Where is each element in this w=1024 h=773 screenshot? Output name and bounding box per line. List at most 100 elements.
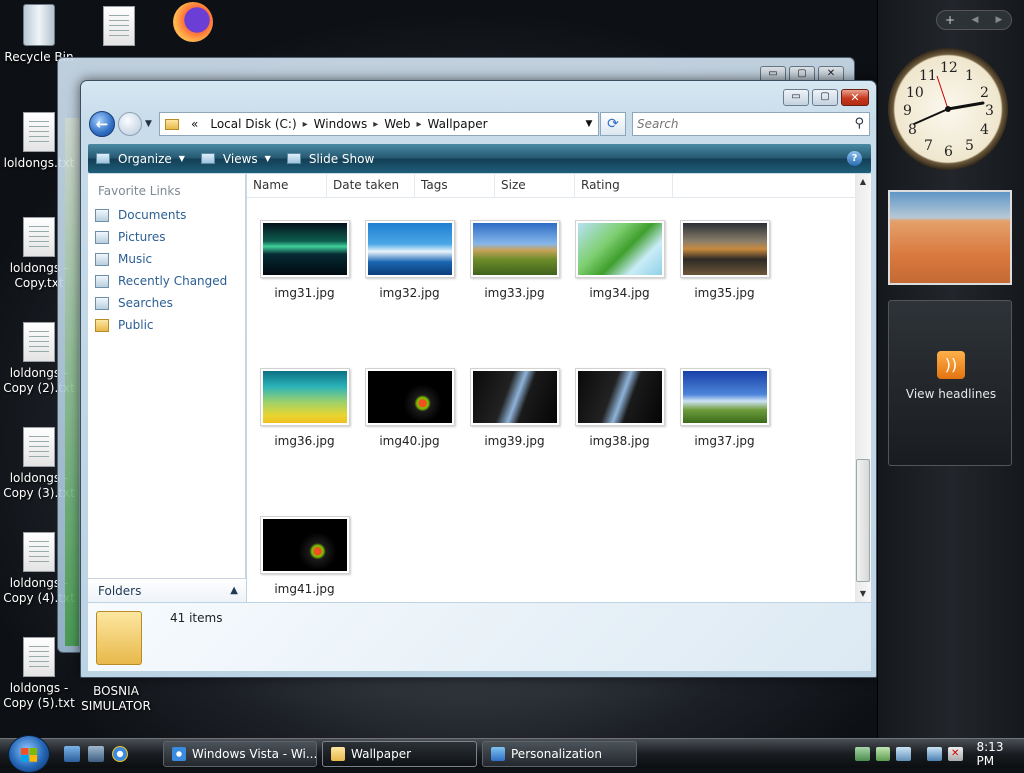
file-thumbnail[interactable]: img40.jpg — [357, 368, 462, 448]
thumbnail-frame — [680, 368, 770, 426]
close-button[interactable]: ✕ — [841, 89, 869, 106]
volume-muted-icon[interactable]: ✕ — [948, 747, 963, 761]
scrollbar-thumb[interactable] — [856, 459, 870, 582]
start-button[interactable] — [8, 735, 50, 773]
view-headlines-link[interactable]: View headlines — [889, 387, 1013, 401]
next-gadgets-icon[interactable]: ▶ — [987, 15, 1011, 25]
nav-link-label: Music — [118, 252, 152, 266]
address-chevron[interactable]: « — [185, 117, 204, 131]
text-file-icon — [23, 427, 55, 467]
slideshow-button[interactable]: Slide Show — [279, 144, 382, 173]
wallpaper-image — [578, 223, 662, 275]
breadcrumb-web[interactable]: Web — [378, 117, 416, 131]
organize-button[interactable]: Organize▼ — [88, 144, 193, 173]
forward-button[interactable] — [118, 112, 142, 136]
file-thumbnail[interactable]: img33.jpg — [462, 220, 567, 300]
show-desktop-icon[interactable] — [64, 746, 80, 762]
recent-pages-dropdown[interactable]: ▼ — [145, 119, 152, 129]
breadcrumb-wallpaper[interactable]: Wallpaper — [421, 117, 493, 131]
nav-link-pictures[interactable]: Pictures — [88, 226, 245, 248]
desktop-file-label: BOSNIA SIMULATOR — [81, 684, 151, 713]
nav-link-label: Documents — [118, 208, 186, 222]
column-header-date-taken[interactable]: Date taken — [327, 174, 415, 198]
thumbnail-frame — [575, 220, 665, 278]
column-header-tags[interactable]: Tags — [415, 174, 495, 198]
documents-icon — [95, 209, 109, 222]
folders-toggle[interactable]: Folders▲ — [88, 578, 246, 602]
sidebar-controls: + ◀ ▶ — [936, 10, 1012, 30]
previous-gadgets-icon[interactable]: ◀ — [963, 15, 987, 25]
taskbar-item-wallpaper[interactable]: Wallpaper — [322, 741, 477, 767]
network-icon[interactable] — [927, 747, 942, 761]
firefox-shortcut-icon[interactable] — [158, 2, 228, 42]
views-button[interactable]: Views▼ — [193, 144, 279, 173]
tray-app-icon[interactable] — [876, 747, 891, 761]
nav-link-searches[interactable]: Searches — [88, 292, 245, 314]
file-name: img34.jpg — [567, 286, 672, 300]
maximize-button[interactable]: ▢ — [812, 89, 838, 106]
add-gadget-button[interactable]: + — [937, 13, 963, 27]
column-header-name[interactable]: Name — [247, 174, 327, 198]
wallpaper-image — [683, 223, 767, 275]
desktop-file-icon[interactable] — [80, 6, 158, 50]
scroll-down-icon[interactable]: ▼ — [855, 586, 871, 602]
address-bar[interactable]: « Local Disk (C:) ▸ Windows ▸ Web ▸ Wall… — [159, 112, 599, 136]
file-name: img33.jpg — [462, 286, 567, 300]
file-thumbnail[interactable]: img32.jpg — [357, 220, 462, 300]
file-list: Name Date taken Tags Size Rating img31.j… — [247, 174, 871, 602]
taskbar-item-personalization[interactable]: Personalization — [482, 741, 637, 767]
folder-icon — [165, 119, 179, 130]
search-icon[interactable]: ⚲ — [854, 116, 864, 131]
nav-link-label: Searches — [118, 296, 173, 310]
desktop-file-label: loldongs - Copy (5).txt — [3, 681, 75, 710]
file-thumbnail[interactable]: img37.jpg — [672, 368, 777, 448]
desktop-file-7[interactable]: BOSNIA SIMULATOR — [78, 684, 154, 714]
tray-app-icon[interactable] — [896, 747, 911, 761]
search-input[interactable] — [637, 114, 837, 134]
nav-link-public[interactable]: Public — [88, 314, 245, 336]
vertical-scrollbar[interactable]: ▲ ▼ — [855, 174, 871, 602]
file-thumbnail[interactable]: img36.jpg — [252, 368, 357, 448]
breadcrumb-local-disk[interactable]: Local Disk (C:) — [204, 117, 302, 131]
recently-changed-icon — [95, 275, 109, 288]
column-header-size[interactable]: Size — [495, 174, 575, 198]
nav-link-documents[interactable]: Documents — [88, 204, 245, 226]
file-thumbnail[interactable]: img39.jpg — [462, 368, 567, 448]
minimize-button[interactable]: ▭ — [783, 89, 809, 106]
column-header-rating[interactable]: Rating — [575, 174, 673, 198]
taskbar-clock[interactable]: 8:13 PM — [977, 740, 1024, 768]
file-thumbnail[interactable]: img35.jpg — [672, 220, 777, 300]
thumbnail-grid: img31.jpgimg32.jpgimg33.jpgimg34.jpgimg3… — [247, 198, 855, 602]
clock-gadget[interactable]: 12 1 2 3 4 5 6 7 8 9 10 11 — [888, 48, 1008, 170]
internet-explorer-icon[interactable] — [112, 746, 128, 762]
file-name: img41.jpg — [252, 582, 357, 596]
clock-number: 7 — [924, 138, 933, 154]
public-folder-icon — [95, 319, 109, 332]
clock-number: 8 — [908, 122, 917, 138]
search-box[interactable]: ⚲ — [632, 112, 870, 136]
text-file-icon — [23, 322, 55, 362]
file-thumbnail[interactable]: img34.jpg — [567, 220, 672, 300]
refresh-button[interactable]: ⟳ — [600, 112, 626, 136]
back-button[interactable]: ← — [89, 111, 115, 137]
folder-icon — [331, 747, 345, 761]
network-status-icon[interactable] — [855, 747, 870, 761]
clock-number: 5 — [965, 138, 974, 154]
taskbar-item-windows-vista[interactable]: Windows Vista - Wi... — [163, 741, 317, 767]
address-dropdown-icon[interactable]: ▼ — [580, 119, 598, 129]
clock-number: 3 — [985, 103, 994, 119]
recycle-bin-icon[interactable]: Recycle Bin — [0, 4, 78, 65]
feed-headlines-gadget[interactable]: )) View headlines — [888, 300, 1012, 466]
nav-link-music[interactable]: Music — [88, 248, 245, 270]
views-icon — [201, 153, 215, 164]
file-thumbnail[interactable]: img38.jpg — [567, 368, 672, 448]
thumbnail-frame — [260, 220, 350, 278]
file-thumbnail[interactable]: img31.jpg — [252, 220, 357, 300]
slideshow-gadget[interactable] — [888, 190, 1012, 285]
help-button[interactable]: ? — [847, 151, 862, 166]
breadcrumb-windows[interactable]: Windows — [308, 117, 374, 131]
switch-windows-icon[interactable] — [88, 746, 104, 762]
scroll-up-icon[interactable]: ▲ — [855, 174, 871, 190]
nav-link-recently-changed[interactable]: Recently Changed — [88, 270, 245, 292]
file-thumbnail[interactable]: img41.jpg — [252, 516, 357, 596]
